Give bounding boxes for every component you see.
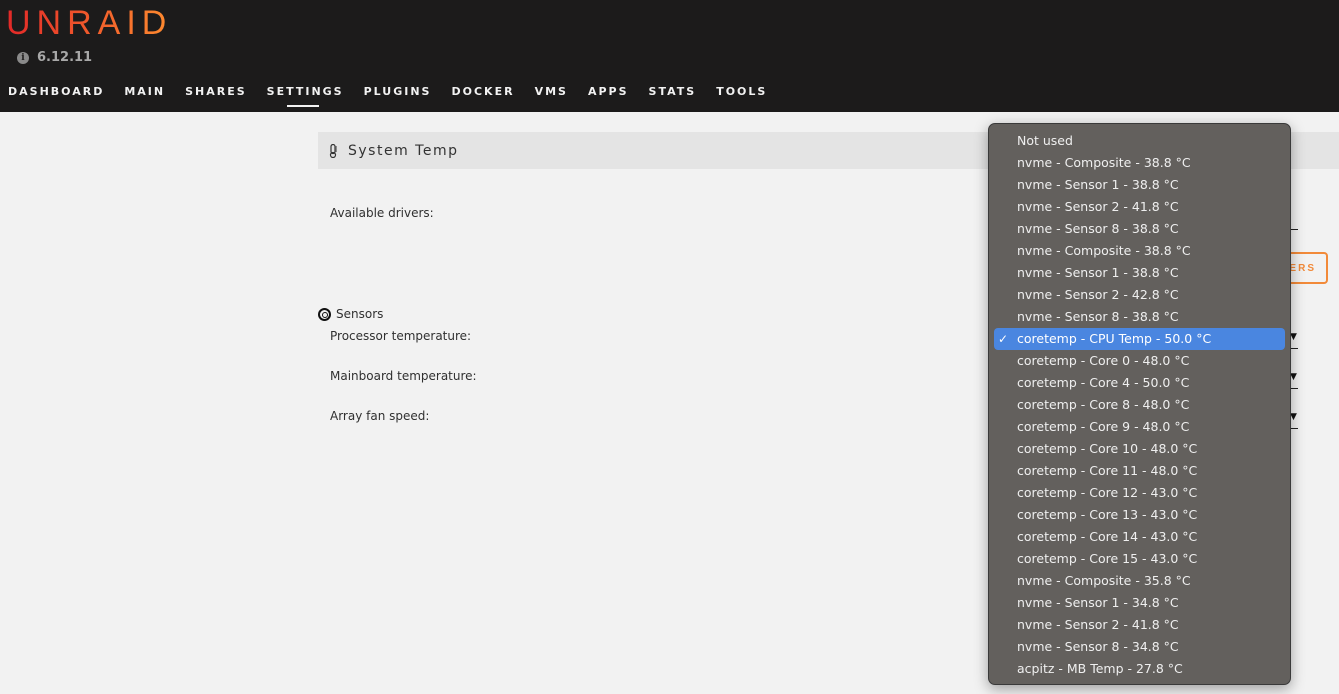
- compass-icon: [318, 307, 331, 321]
- nav-item-vms[interactable]: VMS: [535, 85, 568, 98]
- dropdown-option[interactable]: acpitz - MB Temp - 27.8 °C: [994, 658, 1285, 680]
- dropdown-option[interactable]: coretemp - Core 13 - 43.0 °C: [994, 504, 1285, 526]
- nav-item-shares[interactable]: SHARES: [185, 85, 247, 98]
- version-info[interactable]: i 6.12.11: [17, 50, 92, 65]
- thermometer-icon: [329, 143, 337, 158]
- available-drivers-label: Available drivers:: [330, 206, 434, 220]
- dropdown-option[interactable]: nvme - Sensor 8 - 34.8 °C: [994, 636, 1285, 658]
- dropdown-option-label: coretemp - Core 13 - 43.0 °C: [1017, 507, 1198, 522]
- dropdown-option-label: coretemp - Core 4 - 50.0 °C: [1017, 375, 1190, 390]
- dropdown-option-label: nvme - Composite - 38.8 °C: [1017, 243, 1191, 258]
- section-title: System Temp: [348, 142, 459, 159]
- checkmark-icon: ✓: [998, 332, 1009, 346]
- dropdown-option-label: nvme - Sensor 8 - 38.8 °C: [1017, 309, 1179, 324]
- nav-item-dashboard[interactable]: DASHBOARD: [8, 85, 104, 98]
- dropdown-option-label: coretemp - Core 15 - 43.0 °C: [1017, 551, 1198, 566]
- dropdown-option-label: coretemp - Core 0 - 48.0 °C: [1017, 353, 1190, 368]
- sensors-heading-label: Sensors: [336, 307, 384, 321]
- nav-item-stats[interactable]: STATS: [649, 85, 697, 98]
- nav-item-tools[interactable]: TOOLS: [716, 85, 767, 98]
- sensors-heading: Sensors: [318, 307, 383, 321]
- dropdown-option[interactable]: coretemp - Core 10 - 48.0 °C: [994, 438, 1285, 460]
- dropdown-option-label: coretemp - Core 11 - 48.0 °C: [1017, 463, 1198, 478]
- mainboard-select-arrow-icon[interactable]: ▼: [1290, 372, 1297, 382]
- dropdown-option[interactable]: coretemp - Core 0 - 48.0 °C: [994, 350, 1285, 372]
- dropdown-option[interactable]: coretemp - Core 9 - 48.0 °C: [994, 416, 1285, 438]
- dropdown-option[interactable]: nvme - Sensor 8 - 38.8 °C: [994, 306, 1285, 328]
- nav-item-settings[interactable]: SETTINGS: [267, 85, 344, 107]
- dropdown-option-label: coretemp - Core 12 - 43.0 °C: [1017, 485, 1198, 500]
- dropdown-option-label: coretemp - Core 10 - 48.0 °C: [1017, 441, 1198, 456]
- dropdown-option-label: nvme - Sensor 2 - 41.8 °C: [1017, 199, 1179, 214]
- dropdown-option[interactable]: nvme - Sensor 1 - 34.8 °C: [994, 592, 1285, 614]
- dropdown-option[interactable]: nvme - Sensor 1 - 38.8 °C: [994, 174, 1285, 196]
- dropdown-option[interactable]: coretemp - Core 15 - 43.0 °C: [994, 548, 1285, 570]
- processor-select-arrow-icon[interactable]: ▼: [1290, 332, 1297, 342]
- nav-item-plugins[interactable]: PLUGINS: [364, 85, 432, 98]
- top-header: UNRAID i 6.12.11 DASHBOARD MAIN SHARES SETT…: [0, 0, 1339, 112]
- dropdown-option-label: coretemp - Core 9 - 48.0 °C: [1017, 419, 1190, 434]
- version-label: 6.12.11: [37, 50, 93, 65]
- dropdown-option[interactable]: Not used: [994, 130, 1285, 152]
- dropdown-option[interactable]: coretemp - Core 11 - 48.0 °C: [994, 460, 1285, 482]
- dropdown-option-label: nvme - Sensor 2 - 41.8 °C: [1017, 617, 1179, 632]
- dropdown-option[interactable]: nvme - Composite - 38.8 °C: [994, 152, 1285, 174]
- nav-item-main[interactable]: MAIN: [124, 85, 165, 98]
- dropdown-option-label: nvme - Composite - 38.8 °C: [1017, 155, 1191, 170]
- info-icon[interactable]: i: [17, 51, 29, 64]
- dropdown-option-selected[interactable]: ✓ coretemp - CPU Temp - 50.0 °C: [994, 328, 1285, 350]
- dropdown-option-label: nvme - Sensor 8 - 34.8 °C: [1017, 639, 1179, 654]
- fan-select-arrow-icon[interactable]: ▼: [1290, 412, 1297, 422]
- dropdown-option[interactable]: coretemp - Core 14 - 43.0 °C: [994, 526, 1285, 548]
- dropdown-option[interactable]: nvme - Sensor 2 - 41.8 °C: [994, 614, 1285, 636]
- dropdown-option[interactable]: coretemp - Core 4 - 50.0 °C: [994, 372, 1285, 394]
- dropdown-option-label: nvme - Sensor 1 - 38.8 °C: [1017, 265, 1179, 280]
- processor-temperature-label: Processor temperature:: [330, 329, 472, 343]
- dropdown-option-label: coretemp - Core 14 - 43.0 °C: [1017, 529, 1198, 544]
- dropdown-option-label: acpitz - MB Temp - 27.8 °C: [1017, 661, 1183, 676]
- dropdown-option-label: nvme - Sensor 2 - 42.8 °C: [1017, 287, 1179, 302]
- dropdown-option-label: coretemp - CPU Temp - 50.0 °C: [1017, 331, 1212, 346]
- array-fan-speed-label: Array fan speed:: [330, 409, 430, 423]
- unraid-logo[interactable]: UNRAID: [6, 4, 172, 43]
- dropdown-option-label: Not used: [1017, 133, 1073, 148]
- dropdown-option[interactable]: nvme - Sensor 1 - 38.8 °C: [994, 262, 1285, 284]
- dropdown-option-label: nvme - Sensor 1 - 38.8 °C: [1017, 177, 1179, 192]
- dropdown-option[interactable]: nvme - Composite - 38.8 °C: [994, 240, 1285, 262]
- dropdown-option-label: nvme - Sensor 8 - 38.8 °C: [1017, 221, 1179, 236]
- dropdown-option[interactable]: nvme - Sensor 2 - 42.8 °C: [994, 284, 1285, 306]
- dropdown-option[interactable]: coretemp - Core 8 - 48.0 °C: [994, 394, 1285, 416]
- main-nav: DASHBOARD MAIN SHARES SETTINGS PLUGINS DOCKER…: [8, 85, 787, 107]
- dropdown-option[interactable]: nvme - Sensor 2 - 41.8 °C: [994, 196, 1285, 218]
- dropdown-option[interactable]: nvme - Composite - 35.8 °C: [994, 570, 1285, 592]
- processor-temperature-dropdown[interactable]: Not used nvme - Composite - 38.8 °C nvme -…: [988, 123, 1291, 685]
- nav-item-apps[interactable]: APPS: [588, 85, 629, 98]
- dropdown-option-label: nvme - Composite - 35.8 °C: [1017, 573, 1191, 588]
- mainboard-temperature-label: Mainboard temperature:: [330, 369, 477, 383]
- dropdown-option[interactable]: coretemp - Core 12 - 43.0 °C: [994, 482, 1285, 504]
- dropdown-option-label: nvme - Sensor 1 - 34.8 °C: [1017, 595, 1179, 610]
- dropdown-option-label: coretemp - Core 8 - 48.0 °C: [1017, 397, 1190, 412]
- nav-item-docker[interactable]: DOCKER: [451, 85, 514, 98]
- dropdown-option[interactable]: nvme - Sensor 8 - 38.8 °C: [994, 218, 1285, 240]
